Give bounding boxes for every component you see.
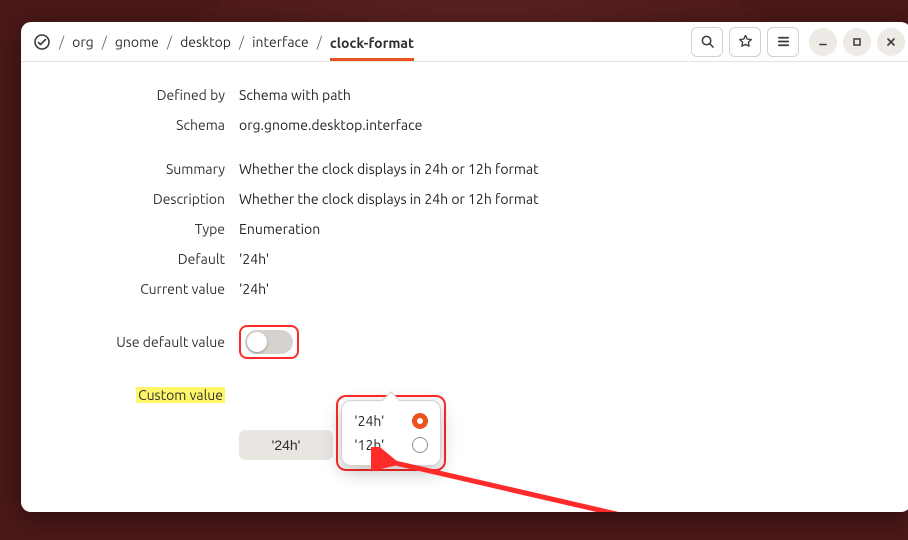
breadcrumb-org[interactable]: org (72, 32, 94, 52)
dconf-editor-icon (33, 33, 51, 51)
window-close-button[interactable] (877, 28, 905, 56)
menu-button[interactable] (767, 27, 799, 57)
annotation-ring-switch (239, 325, 299, 359)
schema-value: org.gnome.desktop.interface (239, 117, 908, 133)
breadcrumb-sep: / (317, 34, 322, 50)
current-value: '24h' (239, 281, 908, 297)
breadcrumb-sep: / (239, 34, 244, 50)
window-maximize-button[interactable] (843, 28, 871, 56)
default-label: Default (21, 251, 239, 267)
use-default-toggle[interactable] (245, 330, 293, 354)
breadcrumb: / org / gnome / desktop / interface / cl… (27, 32, 687, 52)
option-label: '24h' (354, 413, 384, 429)
default-value: '24h' (239, 251, 908, 267)
schema-label: Schema (21, 117, 239, 133)
use-default-label: Use default value (21, 334, 239, 350)
close-icon (885, 36, 897, 48)
breadcrumb-desktop[interactable]: desktop (180, 32, 231, 52)
hamburger-icon (776, 34, 791, 49)
bookmark-button[interactable] (729, 27, 761, 57)
breadcrumb-gnome[interactable]: gnome (115, 32, 159, 52)
option-24h[interactable]: '24h' (348, 409, 434, 433)
breadcrumb-sep: / (102, 34, 107, 50)
type-label: Type (21, 221, 239, 237)
current-value-label: Current value (21, 281, 239, 297)
breadcrumb-interface[interactable]: interface (252, 32, 309, 52)
window-minimize-button[interactable] (809, 28, 837, 56)
summary-label: Summary (21, 161, 239, 177)
description-label: Description (21, 191, 239, 207)
summary-value: Whether the clock displays in 24h or 12h… (239, 161, 908, 177)
annotation-ring-popover: '24h' '12h' (336, 395, 446, 471)
custom-value-popover: '24h' '12h' (341, 400, 441, 466)
key-details: Defined by Schema with path Schema org.g… (21, 62, 908, 512)
maximize-icon (851, 36, 863, 48)
description-value: Whether the clock displays in 24h or 12h… (239, 191, 908, 207)
option-12h[interactable]: '12h' (348, 433, 434, 457)
header-bar: / org / gnome / desktop / interface / cl… (21, 22, 908, 62)
defined-by-value: Schema with path (239, 87, 908, 103)
type-value: Enumeration (239, 221, 908, 237)
radio-selected-icon (412, 413, 428, 429)
minimize-icon (817, 36, 829, 48)
radio-unselected-icon (412, 437, 428, 453)
option-label: '12h' (354, 437, 384, 453)
defined-by-label: Defined by (21, 87, 239, 103)
breadcrumb-sep: / (167, 34, 172, 50)
breadcrumb-clock-format[interactable]: clock-format (330, 33, 414, 61)
custom-value-label: Custom value (136, 387, 225, 403)
editor-window: / org / gnome / desktop / interface / cl… (21, 22, 908, 512)
custom-value-dropdown[interactable]: '24h' (239, 430, 333, 460)
breadcrumb-sep: / (59, 34, 64, 50)
search-icon (700, 34, 715, 49)
search-button[interactable] (691, 27, 723, 57)
star-icon (738, 34, 753, 49)
